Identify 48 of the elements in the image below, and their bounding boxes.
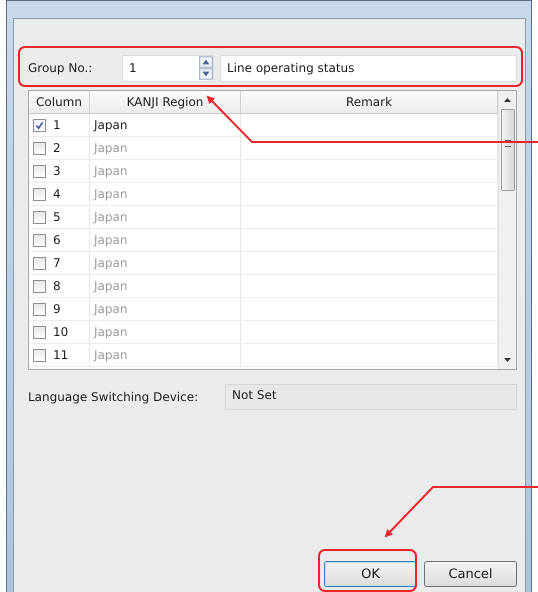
column-header[interactable]: KANJI Region [90, 91, 241, 113]
checkbox[interactable] [33, 164, 46, 178]
table-cell: 8 [53, 279, 61, 293]
table-cell: Japan [94, 348, 128, 362]
checkbox[interactable] [33, 188, 46, 200]
table-cell: 6 [53, 233, 61, 247]
checkbox[interactable] [33, 256, 46, 270]
column-header[interactable]: Column [29, 91, 90, 113]
table-cell: Japan [94, 164, 128, 178]
table-cell: Japan [94, 118, 128, 132]
table-cell: 4 [53, 187, 61, 201]
checkbox[interactable] [33, 280, 46, 292]
scroll-up-icon[interactable] [503, 97, 512, 103]
table-cell: 9 [53, 302, 61, 316]
table-cell: 11 [53, 348, 68, 362]
table-cell: 1 [53, 118, 61, 132]
checkbox[interactable] [33, 302, 46, 316]
spin-down-icon[interactable] [199, 68, 213, 80]
checkbox[interactable] [33, 210, 46, 224]
dialog-button[interactable]: OK [324, 561, 417, 587]
language-device-label: Language Switching Device: [28, 390, 200, 404]
checkbox[interactable] [33, 142, 46, 154]
table-cell: Japan [94, 302, 128, 316]
table-cell: 7 [53, 256, 61, 270]
scroll-down-icon[interactable] [503, 357, 512, 363]
table-cell: 5 [53, 210, 61, 224]
scrollbar-thumb[interactable] [500, 109, 514, 191]
checkbox[interactable] [33, 234, 46, 246]
table-cell: 3 [53, 164, 61, 178]
group-number-spinner[interactable]: 1 [122, 54, 214, 82]
checkbox[interactable] [33, 326, 46, 338]
group-name-field[interactable]: Line operating status [220, 54, 517, 82]
scrollbar[interactable] [498, 91, 516, 369]
dialog-button[interactable]: Cancel [424, 561, 517, 587]
table-cell: Japan [94, 141, 128, 155]
table-cell: Japan [94, 187, 128, 201]
spin-up-icon[interactable] [199, 56, 213, 68]
table-cell: Japan [94, 256, 128, 270]
checkbox[interactable] [33, 348, 46, 362]
checkbox[interactable] [33, 118, 46, 132]
table-cell: Japan [94, 210, 128, 224]
table-cell: 2 [53, 141, 61, 155]
group-label: Group No.: [28, 61, 94, 75]
language-device-field: Not Set [225, 384, 517, 410]
table-cell: 10 [53, 325, 68, 339]
table-cell: Japan [94, 233, 128, 247]
table-cell: Japan [94, 325, 128, 339]
table-cell: Japan [94, 279, 128, 293]
